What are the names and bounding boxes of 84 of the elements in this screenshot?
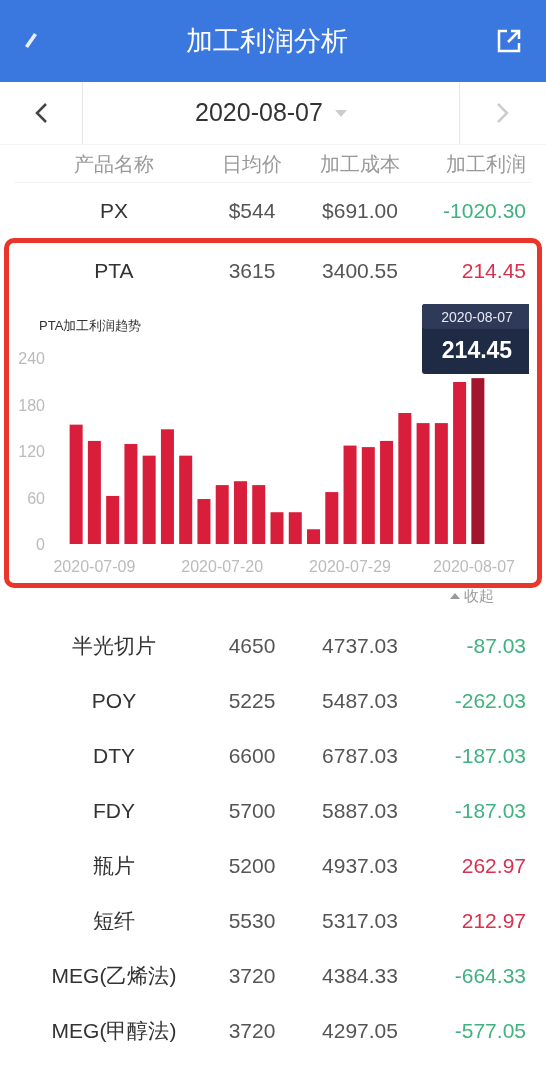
chevron-left-icon — [34, 102, 48, 124]
profit-value: 214.45 — [461, 258, 526, 282]
bar[interactable] — [471, 378, 485, 544]
axis-label: 60 — [27, 489, 45, 507]
table-cell: 3615 — [228, 258, 276, 282]
product-name: DTY — [93, 743, 135, 767]
page-title: 加工利润分析 — [186, 24, 348, 58]
profit-value: -1020.30 — [443, 198, 526, 222]
axis-label: 2020-07-20 — [181, 558, 264, 575]
table-cell: 4937.03 — [322, 853, 398, 877]
column-header: 加工利润 — [446, 152, 526, 175]
table-cell: 5530 — [228, 908, 276, 932]
profit-value: 212.97 — [461, 908, 526, 932]
product-name: MEG(乙烯法) — [51, 963, 177, 987]
column-header: 产品名称 — [74, 152, 154, 175]
table-cell: 6600 — [228, 743, 276, 767]
table-cell: 5700 — [228, 798, 276, 822]
date-picker[interactable]: 2020-08-07 — [83, 82, 459, 144]
column-header: 加工成本 — [320, 152, 400, 175]
table-cell: 4650 — [228, 633, 276, 657]
bar[interactable] — [69, 424, 83, 544]
bar[interactable] — [197, 499, 211, 544]
table-cell: 5200 — [228, 853, 276, 877]
bar[interactable] — [416, 423, 430, 544]
bar[interactable] — [343, 445, 357, 544]
table-cell: $544 — [228, 198, 276, 222]
column-header: 日均价 — [222, 152, 282, 175]
profit-value: 262.97 — [461, 853, 526, 877]
bar[interactable] — [453, 382, 467, 544]
bar[interactable] — [270, 512, 284, 544]
table-cell: 5887.03 — [322, 798, 398, 822]
bar[interactable] — [288, 512, 302, 544]
profit-value: -187.03 — [454, 798, 526, 822]
table-cell: 4737.03 — [322, 633, 398, 657]
product-name: MEG(甲醇法) — [51, 1018, 177, 1042]
axis-label: 180 — [18, 396, 45, 414]
product-name: 瓶片 — [93, 853, 135, 877]
axis-label: 2020-07-29 — [309, 558, 391, 575]
table-cell: 5225 — [228, 688, 276, 712]
bar[interactable] — [142, 455, 156, 544]
table-cell: 3400.55 — [322, 258, 398, 282]
tooltip: 2020-08-07 214.45 — [422, 304, 529, 374]
bar[interactable] — [325, 492, 339, 544]
bar[interactable] — [215, 485, 229, 544]
share-icon[interactable] — [496, 28, 522, 54]
bar[interactable] — [252, 485, 266, 544]
product-name: PTA — [94, 258, 134, 282]
product-name: 半光切片 — [72, 633, 156, 657]
table-cell: 4384.33 — [322, 963, 398, 987]
table-cell: 6787.03 — [322, 743, 398, 767]
caret-up-icon — [450, 592, 460, 599]
bar[interactable] — [160, 429, 174, 544]
table-cell: 5487.03 — [322, 688, 398, 712]
profit-value: -87.03 — [466, 633, 526, 657]
table-cell: $691.00 — [322, 198, 398, 222]
axis-label: 240 — [18, 350, 45, 367]
bar[interactable] — [87, 440, 101, 544]
bar[interactable] — [398, 413, 412, 544]
axis-label: 2020-08-07 — [433, 558, 515, 575]
table-cell: 5317.03 — [322, 908, 398, 932]
profit-value: -262.03 — [454, 688, 526, 712]
bar[interactable] — [179, 455, 193, 544]
table-cell: 3720 — [228, 1018, 276, 1042]
profit-value: -664.33 — [454, 963, 526, 987]
product-name: POY — [91, 688, 137, 712]
axis-label: 120 — [18, 443, 45, 460]
bar[interactable] — [361, 447, 375, 544]
dropdown-caret-icon — [334, 109, 347, 117]
chevron-right-icon — [496, 102, 510, 124]
profit-value: -187.03 — [454, 743, 526, 767]
product-name: 短纤 — [93, 908, 135, 932]
profit-value: -577.05 — [454, 1018, 526, 1042]
axis-label: 2020-07-09 — [53, 558, 136, 575]
bar[interactable] — [124, 444, 138, 544]
axis-label: 0 — [36, 536, 45, 553]
product-name: FDY — [93, 798, 135, 822]
bar[interactable] — [380, 440, 394, 544]
bar[interactable] — [434, 423, 448, 544]
table-cell: 3720 — [228, 963, 276, 987]
bar[interactable] — [106, 495, 120, 544]
chart-title: PTA加工利润趋势 — [39, 318, 142, 333]
pencil-icon[interactable] — [24, 31, 38, 51]
table-cell: 4297.05 — [322, 1018, 398, 1042]
product-name: PX — [100, 198, 128, 222]
